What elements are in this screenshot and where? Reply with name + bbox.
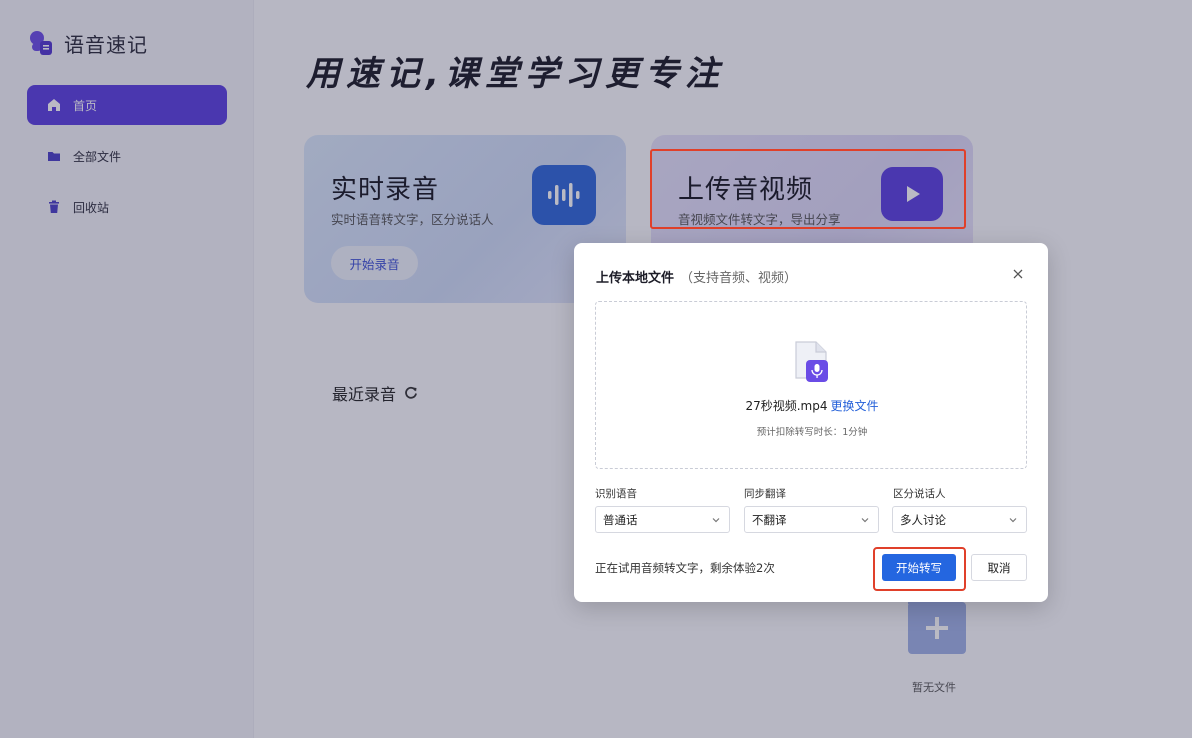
selected-file: 27秒视频.mp4 更换文件 [596, 397, 1028, 414]
chevron-down-icon [1009, 518, 1017, 523]
chevron-down-icon [712, 518, 720, 523]
audio-file-icon [794, 340, 830, 382]
file-dropzone[interactable]: 27秒视频.mp4 更换文件 预计扣除转写时长：1分钟 [595, 301, 1027, 469]
chevron-down-icon [861, 518, 869, 523]
language-value: 普通话 [603, 512, 638, 527]
translation-select[interactable]: 不翻译 [744, 506, 879, 533]
dialog-title: 上传本地文件 （支持音频、视频） [596, 267, 797, 286]
translation-label: 同步翻译 [744, 488, 786, 500]
language-label: 识别语音 [595, 488, 637, 500]
speaker-value: 多人讨论 [900, 512, 946, 527]
dialog-title-text: 上传本地文件 [596, 271, 675, 286]
file-name: 27秒视频.mp4 [745, 399, 828, 413]
duration-estimate: 预计扣除转写时长：1分钟 [756, 427, 868, 438]
language-select[interactable]: 普通话 [595, 506, 730, 533]
speaker-select[interactable]: 多人讨论 [892, 506, 1027, 533]
upload-dialog: 上传本地文件 （支持音频、视频） 27秒视频.mp4 更换文件 预计扣除转写时长：1… [574, 243, 1048, 602]
dialog-title-hint: （支持音频、视频） [680, 271, 798, 286]
speaker-label: 区分说话人 [893, 488, 946, 500]
cancel-button[interactable]: 取消 [971, 554, 1027, 581]
change-file-link[interactable]: 更换文件 [831, 399, 879, 413]
close-icon[interactable] [1008, 264, 1028, 284]
translation-value: 不翻译 [752, 512, 787, 527]
trial-info: 正在试用音频转文字，剩余体验2次 [595, 561, 775, 575]
start-transcribe-button[interactable]: 开始转写 [882, 554, 956, 581]
